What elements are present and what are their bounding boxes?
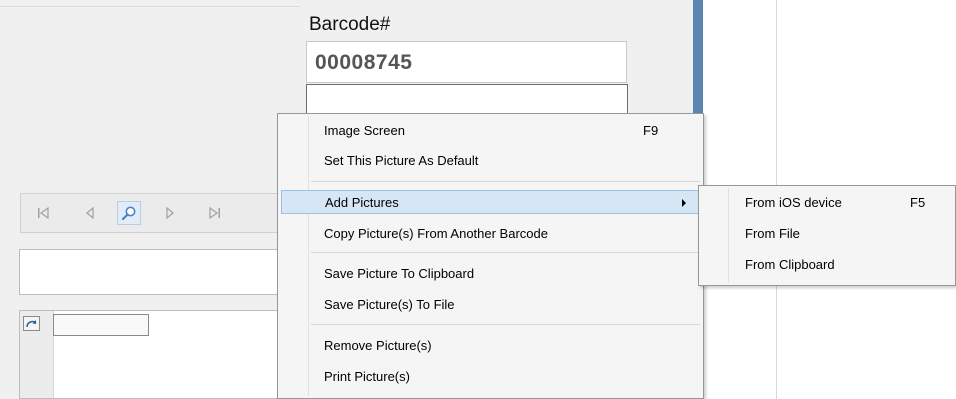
submenu-item-label: From File: [745, 226, 800, 241]
menu-item-label: Copy Picture(s) From Another Barcode: [324, 226, 548, 241]
first-record-icon[interactable]: [31, 201, 55, 225]
notes-field[interactable]: [19, 249, 281, 295]
menu-separator: [311, 252, 700, 253]
submenu-item-from-file[interactable]: From File: [702, 222, 952, 246]
menu-separator: [311, 324, 700, 325]
zoom-icon[interactable]: [117, 201, 141, 225]
menu-item-remove-pictures[interactable]: Remove Picture(s): [281, 334, 700, 358]
menu-item-image-screen[interactable]: Image Screen F9: [281, 119, 700, 143]
add-pictures-submenu: From iOS device F5 From File From Clipbo…: [698, 185, 956, 286]
menu-item-label: Print Picture(s): [324, 369, 410, 384]
top-strip: [0, 0, 300, 7]
submenu-arrow-icon: [682, 199, 686, 207]
menu-item-shortcut: F9: [643, 123, 659, 138]
grid-column-header[interactable]: [53, 314, 149, 336]
menu-item-save-to-clipboard[interactable]: Save Picture To Clipboard: [281, 262, 700, 286]
record-nav-toolbar: [20, 193, 282, 233]
menu-item-save-to-file[interactable]: Save Picture(s) To File: [281, 293, 700, 317]
last-record-icon[interactable]: [203, 201, 227, 225]
menu-item-label: Set This Picture As Default: [324, 153, 479, 168]
submenu-item-label: From iOS device: [745, 195, 842, 210]
menu-item-print-pictures[interactable]: Print Picture(s): [281, 365, 700, 389]
pictures-grid: [19, 310, 281, 399]
picture-context-menu: Image Screen F9 Set This Picture As Defa…: [277, 113, 704, 399]
submenu-item-label: From Clipboard: [745, 257, 835, 272]
menu-item-set-default[interactable]: Set This Picture As Default: [281, 149, 700, 173]
barcode-value: 00008745: [315, 51, 413, 74]
menu-item-copy-from-barcode[interactable]: Copy Picture(s) From Another Barcode: [281, 222, 700, 246]
submenu-item-shortcut: F5: [910, 195, 926, 210]
menu-item-label: Image Screen: [324, 123, 405, 138]
menu-item-label: Save Picture To Clipboard: [324, 266, 475, 281]
menu-item-add-pictures[interactable]: Add Pictures: [281, 190, 700, 214]
refresh-icon[interactable]: [23, 316, 40, 331]
menu-item-label: Remove Picture(s): [324, 338, 432, 353]
submenu-item-from-ios[interactable]: From iOS device F5: [702, 191, 952, 215]
previous-record-icon[interactable]: [78, 201, 102, 225]
menu-item-label: Save Picture(s) To File: [324, 297, 455, 312]
menu-item-label: Add Pictures: [325, 195, 399, 210]
submenu-item-from-clipboard[interactable]: From Clipboard: [702, 253, 952, 277]
menu-separator: [311, 181, 700, 182]
barcode-input[interactable]: [306, 84, 628, 116]
next-record-icon[interactable]: [158, 201, 182, 225]
barcode-label: Barcode#: [309, 14, 391, 35]
barcode-value-box: 00008745: [306, 41, 627, 83]
